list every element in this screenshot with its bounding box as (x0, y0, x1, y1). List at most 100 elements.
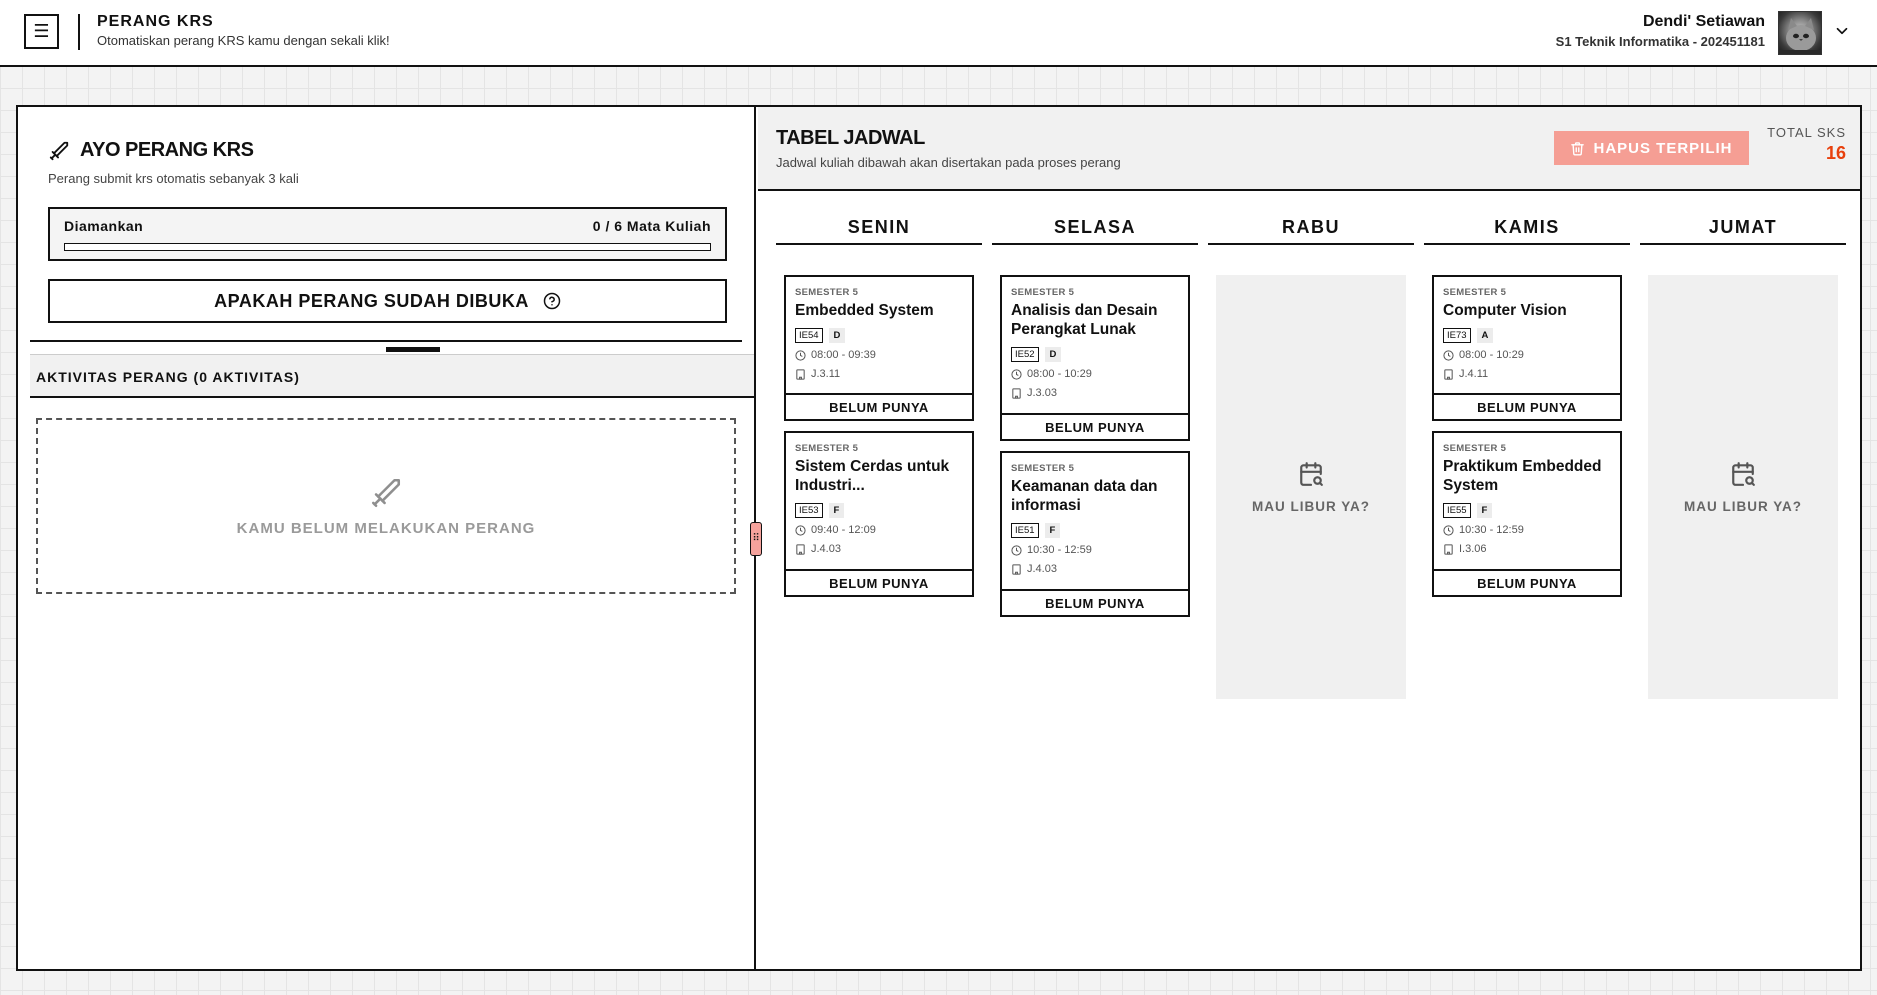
course-time: 08:00 - 10:29 (1443, 349, 1524, 361)
course-room: J.3.11 (795, 368, 840, 380)
course-room: J.4.11 (1443, 368, 1488, 380)
course-status: BELUM PUNYA (786, 569, 972, 595)
clock-icon (1443, 524, 1454, 536)
day-underline (1424, 243, 1630, 245)
delete-selected-button[interactable]: HAPUS TERPILIH (1554, 131, 1749, 165)
jadwal-panel: TABEL JADWAL Jadwal kuliah dibawah akan … (758, 107, 1860, 969)
total-sks-value: 16 (1825, 143, 1846, 163)
course-room-text: J.3.11 (811, 368, 841, 380)
check-perang-button[interactable]: APAKAH PERANG SUDAH DIBUKA (48, 279, 727, 323)
course-semester: SEMESTER 5 (1443, 287, 1507, 298)
course-room-text: J.4.11 (1459, 368, 1489, 380)
course-code: IE55 (1443, 503, 1471, 518)
activity-empty-text: KAMU BELUM MELAKUKAN PERANG (236, 519, 536, 537)
day-title: SELASA (1053, 217, 1136, 237)
clock-icon (795, 524, 806, 536)
day-underline (1640, 243, 1846, 245)
course-name: Embedded System (795, 302, 934, 319)
course-time-text: 10:30 - 12:59 (1459, 524, 1524, 536)
building-icon (1444, 543, 1453, 555)
course-semester: SEMESTER 5 (795, 443, 859, 454)
activity-title: AKTIVITAS PERANG (0 AKTIVITAS) (36, 369, 300, 385)
course-card[interactable]: SEMESTER 5 Sistem Cerdas untuk Industri.… (784, 431, 974, 597)
clock-icon (1011, 368, 1022, 380)
course-status: BELUM PUNYA (1002, 589, 1188, 615)
course-code: IE53 (795, 503, 823, 518)
menu-button[interactable]: ☰ (24, 14, 59, 49)
top-bar: ☰ PERANG KRS Otomatiskan perang KRS kamu… (0, 0, 1877, 67)
course-card[interactable]: SEMESTER 5 Analisis dan Desain Perangkat… (1000, 275, 1190, 441)
building-icon (796, 368, 805, 380)
day-title: KAMIS (1494, 217, 1560, 237)
day-title: SENIN (847, 217, 911, 237)
perang-panel: AYO PERANG KRS Perang submit krs otomati… (18, 107, 756, 969)
day-underline (992, 243, 1198, 245)
course-card[interactable]: SEMESTER 5 Computer Vision IE73 A 08:00 … (1432, 275, 1622, 421)
user-name: Dendi' Setiawan (1642, 13, 1765, 30)
course-room-text: J.4.03 (1027, 563, 1057, 575)
course-badges: IE52 D (1011, 347, 1062, 362)
course-room-text: J.3.03 (1027, 387, 1057, 399)
building-icon (1012, 563, 1021, 575)
empty-day-placeholder: MAU LIBUR YA? (1216, 275, 1406, 699)
course-name: Praktikum Embedded System (1443, 458, 1602, 494)
course-badges: IE73 A (1443, 328, 1494, 343)
course-time-text: 08:00 - 10:29 (1027, 368, 1092, 380)
clock-icon (1443, 349, 1454, 361)
course-code: IE73 (1443, 328, 1471, 343)
activity-header: AKTIVITAS PERANG (0 AKTIVITAS) (30, 354, 754, 398)
course-time: 10:30 - 12:59 (1443, 524, 1524, 536)
course-class: F (1044, 523, 1061, 538)
header-divider (78, 14, 80, 50)
course-name: Computer Vision (1443, 302, 1567, 319)
app-subtitle: Otomatiskan perang KRS kamu dengan sekal… (97, 33, 390, 48)
course-room: J.4.03 (1011, 563, 1057, 575)
course-name: Sistem Cerdas untuk Industri... (795, 458, 950, 494)
course-code: IE51 (1011, 523, 1039, 538)
course-room: J.4.03 (795, 543, 841, 555)
day-title: JUMAT (1708, 217, 1778, 237)
course-card[interactable]: SEMESTER 5 Praktikum Embedded System IE5… (1432, 431, 1622, 597)
perang-title-text: AYO PERANG KRS (80, 139, 254, 161)
avatar[interactable] (1778, 11, 1822, 55)
empty-day-text: MAU LIBUR YA? (1251, 498, 1370, 514)
app-title: PERANG KRS (97, 13, 214, 30)
course-semester: SEMESTER 5 (795, 287, 859, 298)
course-badges: IE51 F (1011, 523, 1061, 538)
course-name: Keamanan data dan informasi (1011, 478, 1158, 514)
sword-icon (371, 478, 401, 507)
section-divider (30, 340, 742, 342)
course-time-text: 08:00 - 09:39 (811, 349, 876, 361)
course-class: D (1044, 347, 1062, 362)
trash-icon (1571, 141, 1585, 155)
vertical-resize-handle[interactable] (386, 347, 440, 352)
calendar-search-icon (1732, 461, 1755, 486)
day-underline (1208, 243, 1414, 245)
perang-title: AYO PERANG KRS (48, 139, 254, 162)
secured-progress: Diamankan 0 / 6 Mata Kuliah (48, 207, 727, 261)
course-room-text: J.4.03 (811, 543, 841, 555)
check-perang-label: APAKAH PERANG SUDAH DIBUKA (214, 290, 529, 311)
course-time-text: 10:30 - 12:59 (1027, 544, 1092, 556)
day-title: RABU (1282, 217, 1340, 237)
course-room: J.3.03 (1011, 387, 1057, 399)
delete-selected-label: HAPUS TERPILIH (1593, 139, 1733, 157)
course-semester: SEMESTER 5 (1443, 443, 1507, 454)
course-card[interactable]: SEMESTER 5 Keamanan data dan informasi I… (1000, 451, 1190, 617)
course-time-text: 08:00 - 10:29 (1459, 349, 1524, 361)
calendar-search-icon (1300, 461, 1323, 486)
course-class: D (828, 328, 846, 343)
secured-count: 0 / 6 Mata Kuliah (592, 218, 711, 234)
perang-subtitle: Perang submit krs otomatis sebanyak 3 ka… (48, 171, 299, 186)
course-status: BELUM PUNYA (1434, 569, 1620, 595)
course-badges: IE55 F (1443, 503, 1493, 518)
building-icon (1444, 368, 1453, 380)
clock-icon (795, 349, 806, 361)
course-time: 10:30 - 12:59 (1011, 544, 1092, 556)
jadwal-subtitle: Jadwal kuliah dibawah akan disertakan pa… (776, 155, 1121, 170)
course-card[interactable]: SEMESTER 5 Embedded System IE54 D 08:00 … (784, 275, 974, 421)
course-name: Analisis dan Desain Perangkat Lunak (1011, 302, 1158, 338)
course-class: F (828, 503, 845, 518)
menu-icon: ☰ (33, 21, 50, 41)
chevron-down-icon[interactable] (1833, 22, 1851, 40)
